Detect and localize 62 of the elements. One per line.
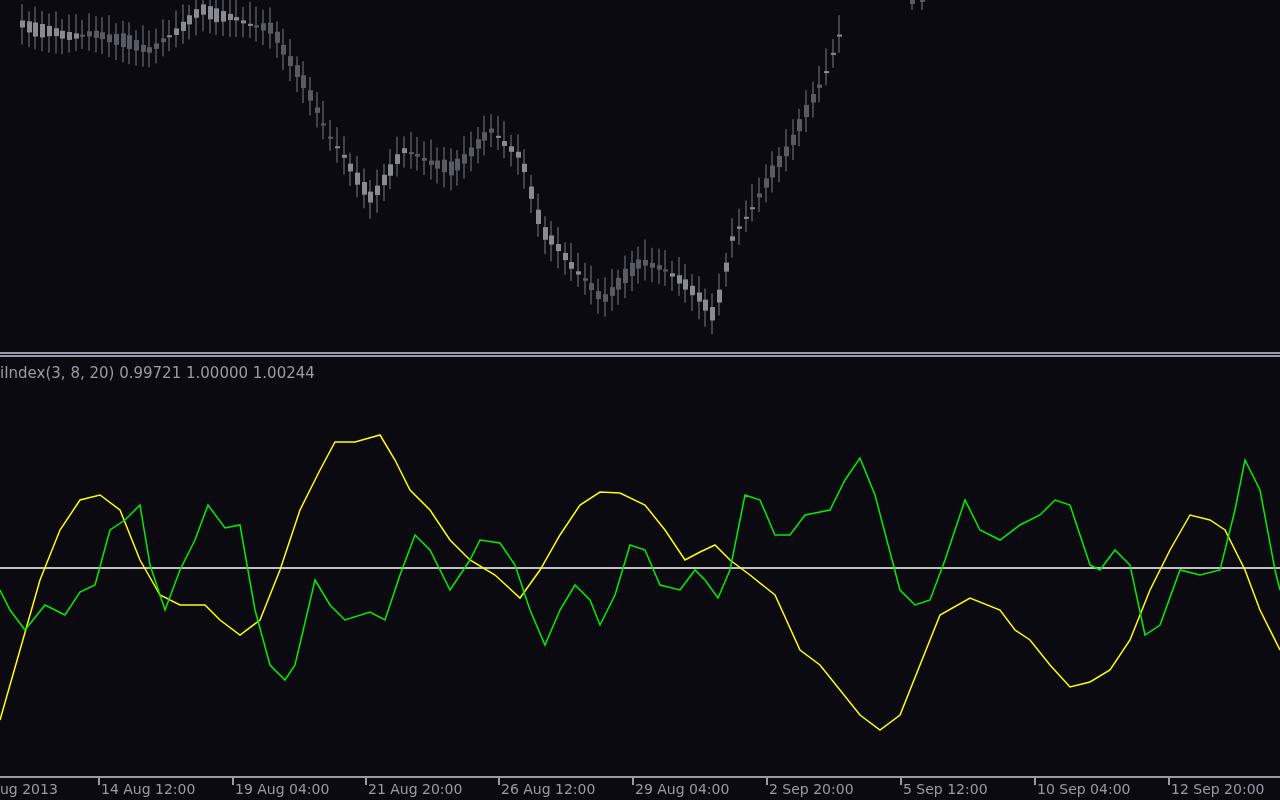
candlestick <box>154 28 159 64</box>
time-label: 14 Aug 12:00 <box>101 782 196 796</box>
candlestick <box>824 48 829 86</box>
candlestick <box>509 134 514 167</box>
candlestick <box>40 10 45 52</box>
time-label: 12 Sep 20:00 <box>1171 782 1265 796</box>
candlestick <box>134 29 139 67</box>
candlestick <box>375 169 380 214</box>
time-label: 10 Sep 04:00 <box>1037 782 1131 796</box>
time-label: 21 Aug 20:00 <box>368 782 463 796</box>
candlestick <box>623 255 628 299</box>
candlestick <box>241 6 246 38</box>
time-label: 29 Aug 04:00 <box>635 782 730 796</box>
candlestick <box>201 0 206 32</box>
candlestick <box>804 89 809 133</box>
candlestick <box>87 12 92 52</box>
candlestick <box>920 0 925 11</box>
candlestick <box>469 131 474 172</box>
candlestick <box>596 278 601 315</box>
candlestick <box>529 174 534 214</box>
candlestick <box>174 9 179 48</box>
candlestick <box>422 140 427 176</box>
time-label: ug 2013 <box>0 782 58 796</box>
candlestick <box>288 38 293 82</box>
candlestick <box>268 6 273 50</box>
candlestick <box>603 276 608 318</box>
candlestick <box>221 0 226 37</box>
candlestick <box>556 226 561 269</box>
candlestick <box>20 3 25 45</box>
candlestick <box>910 0 915 11</box>
candlestick <box>194 0 199 36</box>
time-label: 2 Sep 20:00 <box>769 782 854 796</box>
candlestick <box>670 260 675 292</box>
time-label: 5 Sep 12:00 <box>903 782 988 796</box>
candlestick <box>777 146 782 183</box>
candlestick <box>107 14 112 58</box>
candlestick <box>690 273 695 312</box>
candlestick <box>395 136 400 178</box>
candlestick <box>717 273 722 316</box>
candlestick <box>114 22 119 61</box>
candlestick <box>462 135 467 180</box>
candlestick <box>67 14 72 54</box>
candlestick <box>47 13 52 54</box>
candlestick <box>650 247 655 283</box>
candlestick <box>328 119 333 152</box>
candlestick <box>335 126 340 164</box>
candlestick <box>536 193 541 238</box>
candlestick <box>489 113 494 148</box>
candlestick <box>442 146 447 188</box>
candlestick <box>737 208 742 246</box>
candlestick <box>784 128 789 172</box>
candlestick <box>355 155 360 198</box>
candlestick <box>308 76 313 116</box>
time-label: 19 Aug 04:00 <box>235 782 330 796</box>
candlestick <box>576 252 581 288</box>
candlestick <box>710 292 715 335</box>
time-label: 26 Aug 12:00 <box>501 782 596 796</box>
candlestick <box>402 135 407 169</box>
candlestick <box>261 9 266 46</box>
indicator-label: iIndex(3, 8, 20) 0.99721 1.00000 1.00244 <box>0 366 315 381</box>
candlestick <box>643 239 648 281</box>
candlestick <box>757 177 762 213</box>
